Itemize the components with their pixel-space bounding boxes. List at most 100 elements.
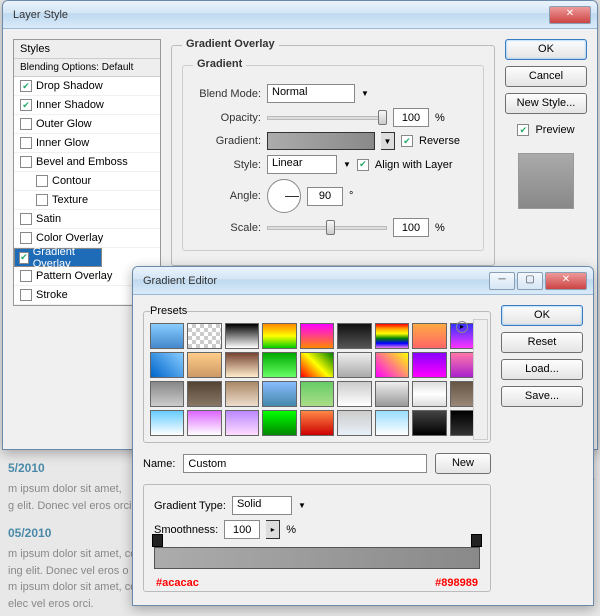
style-checkbox[interactable]: ✔ <box>20 99 32 111</box>
preset-swatch[interactable] <box>375 381 409 407</box>
style-item-inner-shadow[interactable]: ✔Inner Shadow <box>14 96 160 115</box>
close-icon[interactable]: ✕ <box>549 6 591 24</box>
style-item-label: Color Overlay <box>36 232 103 244</box>
preset-swatch[interactable] <box>375 410 409 436</box>
opacity-input[interactable] <box>393 108 429 127</box>
reset-button[interactable]: Reset <box>501 332 583 353</box>
style-select[interactable]: Linear <box>267 155 337 174</box>
preset-swatch[interactable] <box>262 410 296 436</box>
preset-swatch[interactable] <box>225 352 259 378</box>
preset-swatch[interactable] <box>375 323 409 349</box>
style-checkbox[interactable] <box>36 194 48 206</box>
preset-swatch[interactable] <box>150 323 184 349</box>
preset-swatch[interactable] <box>150 381 184 407</box>
gradient-bar[interactable] <box>154 547 480 569</box>
panel-title: Gradient Overlay <box>182 38 279 50</box>
new-style-button[interactable]: New Style... <box>505 93 587 114</box>
preset-swatch[interactable] <box>412 323 446 349</box>
style-checkbox[interactable]: ✔ <box>20 80 32 92</box>
gradient-type-select[interactable]: Solid <box>232 496 292 515</box>
preset-swatch[interactable] <box>187 410 221 436</box>
preset-swatch[interactable] <box>150 352 184 378</box>
opacity-slider[interactable] <box>267 116 387 120</box>
style-item-contour[interactable]: Contour <box>14 172 160 191</box>
blend-mode-select[interactable]: Normal <box>267 84 355 103</box>
new-button[interactable]: New <box>435 453 491 474</box>
preset-swatch[interactable] <box>412 381 446 407</box>
preset-swatch[interactable] <box>225 381 259 407</box>
align-checkbox[interactable]: ✔ <box>357 159 369 171</box>
style-item-inner-glow[interactable]: Inner Glow <box>14 134 160 153</box>
style-checkbox[interactable] <box>20 156 32 168</box>
preset-swatch[interactable] <box>150 410 184 436</box>
style-item-label: Inner Glow <box>36 137 89 149</box>
gradient-stop-left[interactable] <box>152 534 163 547</box>
style-checkbox[interactable] <box>20 232 32 244</box>
preset-swatch[interactable] <box>225 410 259 436</box>
deg-label: ° <box>349 190 353 202</box>
preset-swatch[interactable] <box>262 352 296 378</box>
preset-swatch[interactable] <box>412 410 446 436</box>
save-button[interactable]: Save... <box>501 386 583 407</box>
preset-swatch[interactable] <box>300 410 334 436</box>
scale-input[interactable] <box>393 218 429 237</box>
gradient-dropdown[interactable]: ▼ <box>381 132 395 150</box>
angle-wheel[interactable] <box>267 179 301 213</box>
style-checkbox[interactable] <box>36 175 48 187</box>
style-checkbox[interactable] <box>20 213 32 225</box>
style-item-drop-shadow[interactable]: ✔ Drop Shadow <box>14 77 160 96</box>
preset-swatch[interactable] <box>225 323 259 349</box>
load-button[interactable]: Load... <box>501 359 583 380</box>
name-input[interactable] <box>183 454 427 473</box>
style-checkbox[interactable]: ✔ <box>19 252 29 264</box>
preset-swatch[interactable] <box>187 323 221 349</box>
style-item-gradient-overlay[interactable]: ✔Gradient Overlay <box>14 248 102 267</box>
preset-swatch[interactable] <box>300 381 334 407</box>
preview-checkbox[interactable]: ✔ <box>517 124 529 136</box>
style-item-label: Bevel and Emboss <box>36 156 128 168</box>
style-checkbox[interactable] <box>20 118 32 130</box>
style-item-bevel-and-emboss[interactable]: Bevel and Emboss <box>14 153 160 172</box>
titlebar[interactable]: Layer Style ✕ <box>3 1 597 29</box>
styles-header[interactable]: Styles <box>14 40 160 59</box>
presets-menu-icon[interactable]: ▸ <box>456 321 468 333</box>
style-checkbox[interactable] <box>20 289 32 301</box>
smoothness-input[interactable] <box>224 520 260 539</box>
preset-swatch[interactable] <box>187 352 221 378</box>
minimize-icon[interactable]: ─ <box>489 272 515 290</box>
preset-swatch[interactable] <box>412 352 446 378</box>
preset-swatch[interactable] <box>375 352 409 378</box>
close-icon[interactable]: ✕ <box>545 272 587 290</box>
preset-swatch[interactable] <box>262 381 296 407</box>
cancel-button[interactable]: Cancel <box>505 66 587 87</box>
titlebar[interactable]: Gradient Editor ─ ▢ ✕ <box>133 267 593 295</box>
ok-button[interactable]: OK <box>501 305 583 326</box>
maximize-icon[interactable]: ▢ <box>517 272 543 290</box>
preset-swatch[interactable] <box>337 323 371 349</box>
preset-swatch[interactable] <box>337 381 371 407</box>
window-title: Gradient Editor <box>139 275 489 287</box>
scale-slider[interactable] <box>267 226 387 230</box>
preset-swatch[interactable] <box>337 352 371 378</box>
style-item-label: Texture <box>52 194 88 206</box>
style-item-label: Drop Shadow <box>36 80 103 92</box>
ok-button[interactable]: OK <box>505 39 587 60</box>
preset-swatch[interactable] <box>187 381 221 407</box>
reverse-checkbox[interactable]: ✔ <box>401 135 413 147</box>
style-checkbox[interactable] <box>20 270 32 282</box>
blending-header[interactable]: Blending Options: Default <box>14 59 160 77</box>
style-item-label: Satin <box>36 213 61 225</box>
style-item-texture[interactable]: Texture <box>14 191 160 210</box>
preset-swatch[interactable] <box>337 410 371 436</box>
preset-swatch[interactable] <box>300 352 334 378</box>
style-checkbox[interactable] <box>20 137 32 149</box>
angle-input[interactable] <box>307 187 343 206</box>
style-item-outer-glow[interactable]: Outer Glow <box>14 115 160 134</box>
preset-swatch[interactable] <box>262 323 296 349</box>
scrollbar[interactable] <box>473 319 488 440</box>
gradient-swatch[interactable] <box>267 132 375 150</box>
style-item-satin[interactable]: Satin <box>14 210 160 229</box>
preset-swatch[interactable] <box>300 323 334 349</box>
gradient-stop-right[interactable] <box>471 534 482 547</box>
smoothness-step-icon[interactable]: ▸ <box>266 520 280 539</box>
